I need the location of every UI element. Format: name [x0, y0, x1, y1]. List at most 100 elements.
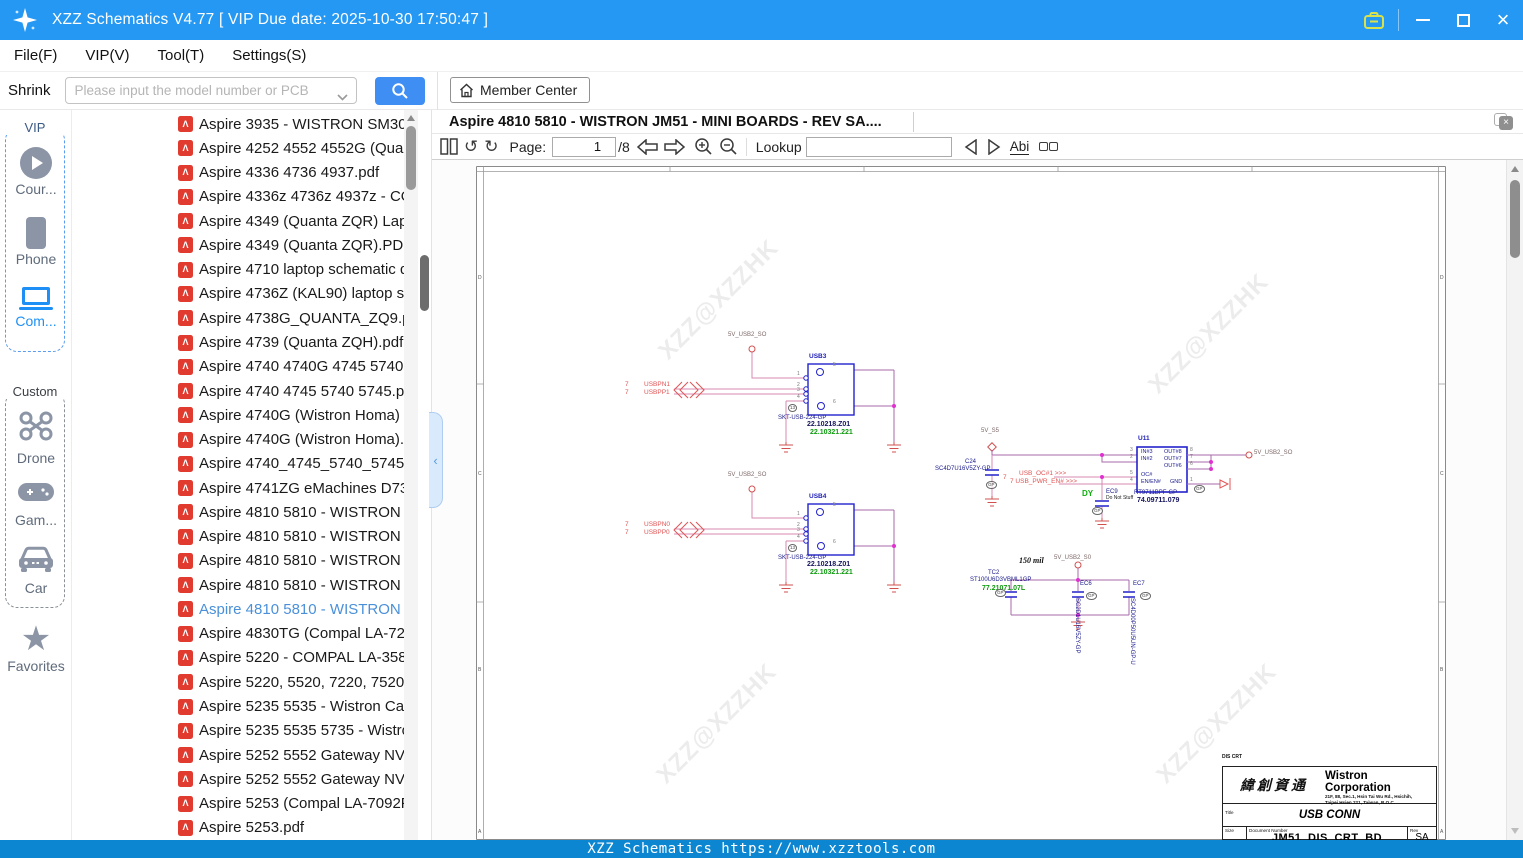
list-item[interactable]: ΛAspire 5235 5535 5735 - Wistron... — [72, 719, 404, 743]
zoom-in-icon[interactable] — [694, 137, 713, 156]
status-bar: XZZ Schematics https://www.xzztools.com — [0, 840, 1523, 858]
list-item[interactable]: ΛAspire 4810 5810 - WISTRON JM... — [72, 549, 404, 573]
schematic-label: B — [1440, 668, 1443, 673]
list-item[interactable]: Λ Aspire 4349 (Quanta ZQR).PDF — [72, 233, 404, 257]
close-button[interactable]: × — [1483, 0, 1523, 40]
list-item[interactable]: ΛAspire 4740 4740G 4745 5740 57... — [72, 355, 404, 379]
list-item[interactable]: ΛAspire 5253 (Compal LA-7092P — [72, 791, 404, 815]
previous-page-icon[interactable] — [637, 139, 658, 155]
file-name: Aspire 5252 5552 Gateway NV50... — [199, 747, 404, 764]
sidebar-item-drone[interactable]: Drone — [6, 409, 66, 466]
schematic-label: 74.09711.079 — [1137, 497, 1179, 504]
next-page-icon[interactable] — [664, 139, 685, 155]
sidebar-item-phone[interactable]: Phone — [6, 217, 66, 267]
menu-file[interactable]: File(F) — [14, 47, 57, 64]
find-next-icon[interactable] — [988, 139, 1001, 155]
sidebar-item-courses[interactable]: Cour... — [6, 147, 66, 197]
schematic-label: GP — [995, 589, 1006, 597]
window-title: XZZ Schematics V4.77 [ VIP Due date: 202… — [52, 11, 488, 29]
list-item[interactable]: ΛAspire 4336 4736 4937.pdf — [72, 161, 404, 185]
panel-scrollbar-thumb[interactable] — [420, 255, 429, 311]
schematic-label: Do Not Stuff — [1106, 496, 1133, 501]
list-item[interactable]: ΛAspire 5235 5535 - Wistron Cath... — [72, 694, 404, 718]
schematic-label: ST100U6D3VBML1GP — [970, 577, 1031, 583]
schematic-label: 7 — [625, 390, 629, 397]
sidebar-item-favorites[interactable]: ★ Favorites — [0, 622, 72, 674]
list-item[interactable]: ΛAspire 4739 (Quanta ZQH).pdf — [72, 330, 404, 354]
rotate-right-icon[interactable]: ↻ — [484, 138, 498, 155]
menu-settings[interactable]: Settings(S) — [232, 47, 306, 64]
file-name: Aspire 4810 5810 - WISTRON JM... — [199, 504, 404, 521]
close-document-button[interactable]: × — [1494, 113, 1513, 130]
list-item[interactable]: ΛAspire 4810 5810 - WISTRON JM... — [72, 597, 404, 621]
list-item[interactable]: ΛAspire 4810 5810 - WISTRON JM... — [72, 573, 404, 597]
pdf-file-icon: Λ — [178, 213, 193, 229]
document-tab[interactable]: Aspire 4810 5810 - WISTRON JM51 - MINI B… — [449, 114, 882, 130]
find-previous-icon[interactable] — [964, 139, 977, 155]
list-item[interactable]: ΛAspire 5253.pdf — [72, 816, 404, 838]
lookup-input[interactable] — [806, 137, 952, 157]
menu-tool[interactable]: Tool(T) — [158, 47, 205, 64]
list-item[interactable]: ΛAspire 5220 - COMPAL LA-3581 — [72, 646, 404, 670]
list-item[interactable]: ΛAspire 4740G (Wistron Homa).p... — [72, 427, 404, 451]
list-item[interactable]: ΛAspire 4336z 4736z 4937z - COM... — [72, 185, 404, 209]
list-item[interactable]: ΛAspire 4738G_QUANTA_ZQ9.pdf — [72, 306, 404, 330]
viewer-scrollbar[interactable] — [1506, 160, 1523, 840]
schematic-label: C — [478, 472, 482, 477]
scroll-up-icon[interactable] — [407, 115, 415, 121]
scroll-up-icon[interactable] — [1511, 166, 1519, 172]
list-item[interactable]: ΛAspire 5220, 5520, 7220, 7520 - ... — [72, 670, 404, 694]
list-item[interactable]: ΛAspire 4349 (Quanta ZQR) Lapto... — [72, 209, 404, 233]
schematic-label: OUT#7 — [1164, 457, 1182, 463]
file-name: Aspire 4349 (Quanta ZQR).PDF — [199, 237, 404, 254]
briefcase-icon[interactable] — [1354, 0, 1394, 40]
list-scrollbar[interactable] — [404, 110, 418, 840]
shrink-button[interactable]: Shrink — [8, 82, 51, 99]
pdf-file-icon: Λ — [178, 723, 193, 739]
viewer-scrollbar-thumb[interactable] — [1510, 180, 1520, 258]
list-scrollbar-thumb[interactable] — [406, 126, 416, 190]
menu-vip[interactable]: VIP(V) — [85, 47, 129, 64]
panel-collapse-handle[interactable]: ‹ — [429, 412, 443, 508]
schematic-label: 3 — [797, 528, 800, 533]
pdf-file-icon: Λ — [178, 237, 193, 253]
minimize-button[interactable] — [1403, 0, 1443, 40]
list-item[interactable]: ΛAspire 4252 4552 4552G (Quanta... — [72, 136, 404, 160]
list-item[interactable]: ΛAspire 4830TG (Compal LA-723... — [72, 622, 404, 646]
schematic-label: A — [478, 830, 481, 835]
list-item[interactable]: ΛAspire 4740_4745_5740_5745 – ... — [72, 452, 404, 476]
schematic-label: 22.10218.Z01 — [807, 561, 850, 568]
dual-view-icon[interactable] — [1039, 142, 1058, 151]
tab-separator — [913, 112, 914, 132]
text-select-tool[interactable]: Abi — [1010, 139, 1030, 155]
search-button[interactable] — [375, 77, 425, 105]
page-number-input[interactable] — [552, 137, 616, 157]
search-input[interactable] — [75, 83, 325, 98]
list-item[interactable]: ΛAspire 5252 5552 Gateway NV50... — [72, 767, 404, 791]
sidebar-item-car[interactable]: Car — [6, 545, 66, 596]
vip-group: VIP Cour... Phone Com... — [5, 128, 65, 352]
file-name: Aspire 4740G (Wistron Homa).p... — [199, 431, 404, 448]
chevron-down-icon[interactable] — [337, 88, 348, 106]
list-item[interactable]: ΛAspire 4740G (Wistron Homa) 0... — [72, 403, 404, 427]
zoom-out-icon[interactable] — [719, 137, 738, 156]
list-item[interactable]: ΛAspire 4740 4745 5740 5745.pdf — [72, 379, 404, 403]
list-item[interactable]: ΛAspire 5252 5552 Gateway NV50... — [72, 743, 404, 767]
pdf-file-icon: Λ — [178, 116, 193, 132]
member-center-button[interactable]: Member Center — [450, 77, 590, 103]
two-page-view-icon[interactable] — [440, 138, 458, 155]
schematic-label: D — [478, 276, 482, 281]
sidebar-item-computer[interactable]: Com... — [6, 287, 66, 329]
list-item[interactable]: ΛAspire 3935 - WISTRON SM30 - ... — [72, 112, 404, 136]
list-item[interactable]: ΛAspire 4810 5810 - WISTRON JM... — [72, 500, 404, 524]
sidebar-item-games[interactable]: Gam... — [6, 479, 66, 528]
vertical-divider — [437, 72, 438, 110]
list-item[interactable]: ΛAspire 4741ZG eMachines D730... — [72, 476, 404, 500]
list-item[interactable]: ΛAspire 4710 laptop schematic d... — [72, 258, 404, 282]
maximize-button[interactable] — [1443, 0, 1483, 40]
list-item[interactable]: ΛAspire 4810 5810 - WISTRON JM... — [72, 525, 404, 549]
list-item[interactable]: ΛAspire 4736Z (KAL90) laptop sch... — [72, 282, 404, 306]
file-name: Aspire 4710 laptop schematic d... — [199, 261, 404, 278]
scroll-down-icon[interactable] — [1511, 828, 1519, 834]
rotate-left-icon[interactable]: ↺ — [464, 138, 478, 155]
